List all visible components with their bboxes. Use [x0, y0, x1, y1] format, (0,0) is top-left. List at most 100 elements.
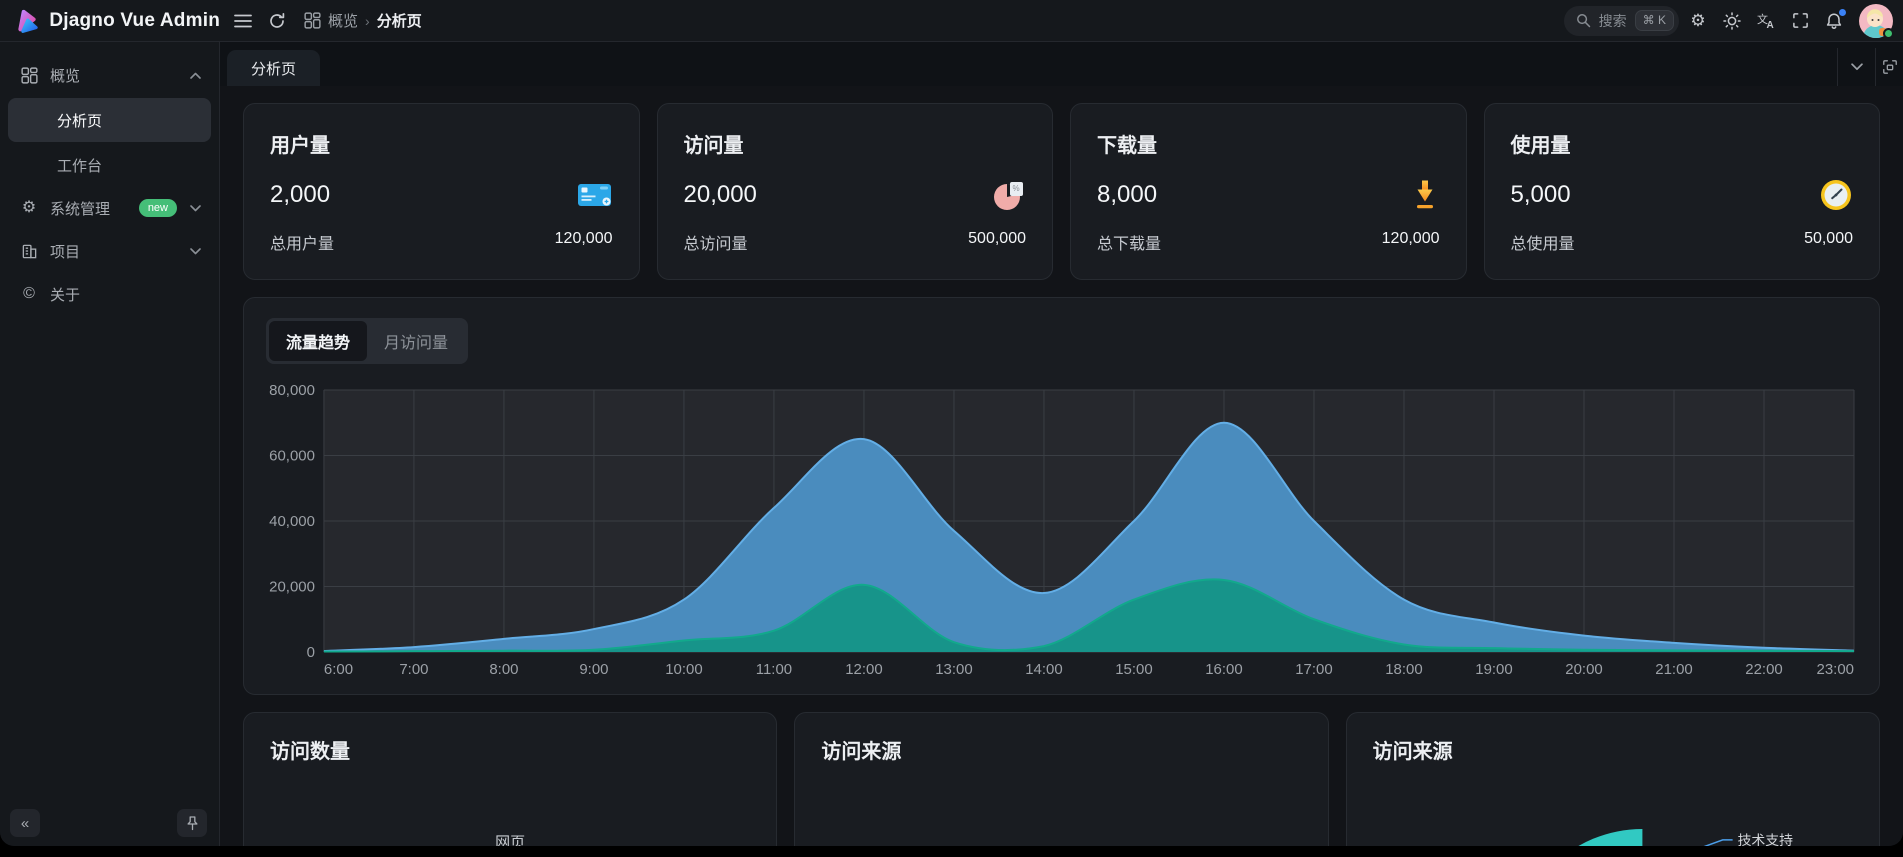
stat-title: 下载量 — [1097, 129, 1440, 158]
stat-footer-label: 总用户量 — [270, 230, 334, 254]
svg-text:6:00: 6:00 — [324, 661, 353, 678]
card-title: 访问来源 — [1373, 735, 1853, 764]
breadcrumb: 概览 › 分析页 — [304, 10, 422, 31]
grid-icon — [19, 67, 39, 84]
chevron-down-icon — [190, 248, 201, 255]
svg-text:16:00: 16:00 — [1205, 661, 1242, 678]
visit-source-pie-chart — [795, 713, 1327, 846]
app-logo-icon — [13, 6, 39, 36]
stat-card-downloads: 下载量 8,000 — [1070, 103, 1467, 280]
gear-icon: ⚙ — [19, 200, 39, 216]
pie-label-tech-support: 技术支持 — [1737, 832, 1793, 846]
tab-controls — [1837, 48, 1903, 86]
breadcrumb-item-current: 分析页 — [377, 10, 422, 31]
sidebar-item-label: 项目 — [50, 241, 179, 262]
sidebar-item-analysis[interactable]: 分析页 — [8, 98, 211, 142]
svg-text:%: % — [1013, 184, 1020, 193]
theme-toggle-button[interactable] — [1717, 6, 1747, 36]
svg-text:19:00: 19:00 — [1475, 661, 1512, 678]
sidebar-item-overview[interactable]: 概览 — [8, 55, 211, 95]
svg-text:15:00: 15:00 — [1115, 661, 1152, 678]
stat-footer-value: 120,000 — [555, 230, 613, 254]
app-title: Djagno Vue Admin — [49, 10, 220, 32]
tab-analysis[interactable]: 分析页 — [227, 50, 320, 86]
svg-text:40,000: 40,000 — [269, 513, 315, 530]
stats-row: 用户量 2,000 — [243, 103, 1880, 280]
app-header: Djagno Vue Admin — [0, 0, 1903, 42]
visit-source-pie-card-2: 访问来源 技术支持 — [1346, 712, 1880, 846]
chevron-down-icon — [1851, 63, 1863, 71]
tab-monthly-visits[interactable]: 月访问量 — [367, 321, 465, 361]
sidebar-item-about[interactable]: © 关于 — [8, 274, 211, 314]
pie-chart-icon: % — [992, 178, 1026, 212]
main-area: 分析页 — [220, 42, 1903, 846]
visit-source-pie-chart-2: 技术支持 — [1347, 713, 1879, 846]
language-button[interactable]: 文 A — [1751, 6, 1781, 36]
search-input[interactable]: 搜索 ⌘ K — [1564, 6, 1679, 36]
svg-text:A: A — [1766, 20, 1773, 30]
svg-text:14:00: 14:00 — [1025, 661, 1062, 678]
trend-tabs: 流量趋势 月访问量 — [266, 318, 468, 364]
card-title: 访问数量 — [270, 735, 750, 764]
svg-text:20:00: 20:00 — [1565, 661, 1602, 678]
header-main: 概览 › 分析页 搜索 ⌘ K ⚙ — [220, 0, 1903, 41]
fullscreen-button[interactable] — [1785, 6, 1815, 36]
sun-icon — [1723, 12, 1741, 30]
sidebar-item-system-management[interactable]: ⚙ 系统管理 new — [8, 188, 211, 228]
sidebar-collapse-button[interactable]: « — [10, 809, 40, 837]
sidebar-toggle-button[interactable] — [228, 6, 258, 36]
content-fullscreen-button[interactable] — [1875, 48, 1903, 86]
stat-value: 8,000 — [1097, 181, 1157, 209]
svg-text:80,000: 80,000 — [269, 382, 315, 399]
sidebar-item-projects[interactable]: 项目 — [8, 231, 211, 271]
sidebar-item-workbench[interactable]: 工作台 — [8, 145, 211, 185]
sidebar-pin-button[interactable] — [177, 809, 207, 837]
svg-text:7:00: 7:00 — [399, 661, 428, 678]
tab-traffic-trend[interactable]: 流量趋势 — [269, 321, 367, 361]
stat-value: 2,000 — [270, 181, 330, 209]
svg-text:60,000: 60,000 — [269, 447, 315, 464]
pin-icon — [186, 816, 199, 831]
traffic-trend-card: 流量趋势 月访问量 0 20,000 40,000 60,000 80,000 6:00 7… — [243, 297, 1880, 695]
sidebar-footer: « — [10, 809, 207, 837]
app-window: Djagno Vue Admin — [0, 0, 1903, 846]
grid-icon — [304, 12, 321, 29]
gear-icon: ⚙ — [1690, 12, 1705, 29]
fullscreen-icon — [1792, 12, 1809, 29]
svg-text:20,000: 20,000 — [269, 578, 315, 595]
stat-card-visits: 访问量 20,000 % 总访问量 500, — [657, 103, 1054, 280]
translate-icon: 文 A — [1757, 12, 1776, 30]
brand[interactable]: Djagno Vue Admin — [0, 0, 220, 41]
svg-text:11:00: 11:00 — [756, 661, 792, 678]
stat-footer-label: 总使用量 — [1511, 230, 1575, 254]
svg-text:13:00: 13:00 — [935, 661, 972, 678]
online-status-dot — [1883, 28, 1894, 39]
svg-text:0: 0 — [307, 644, 315, 661]
stat-card-usage: 使用量 5,000 总使用量 — [1484, 103, 1881, 280]
search-shortcut-kbd: ⌘ K — [1635, 10, 1674, 31]
svg-text:8:00: 8:00 — [489, 661, 518, 678]
svg-text:22:00: 22:00 — [1745, 661, 1782, 678]
sidebar-item-label: 关于 — [50, 284, 201, 305]
card-title: 访问来源 — [821, 735, 1301, 764]
user-avatar[interactable] — [1859, 4, 1893, 38]
refresh-button[interactable] — [262, 6, 292, 36]
breadcrumb-item-overview[interactable]: 概览 — [328, 10, 358, 31]
svg-text:9:00: 9:00 — [579, 661, 608, 678]
new-badge: new — [139, 199, 177, 217]
visit-count-pictorial-chart — [244, 713, 776, 846]
notifications-button[interactable] — [1819, 6, 1849, 36]
notification-dot — [1839, 9, 1846, 16]
visit-source-pie-card: 访问来源 — [794, 712, 1328, 846]
stat-footer-value: 120,000 — [1382, 230, 1440, 254]
svg-text:23:00: 23:00 — [1817, 661, 1854, 678]
hamburger-icon — [234, 14, 252, 28]
expand-icon — [1882, 59, 1898, 75]
sidebar-item-label: 分析页 — [57, 110, 201, 131]
stat-card-users: 用户量 2,000 — [243, 103, 640, 280]
breadcrumb-separator: › — [365, 13, 370, 29]
stat-footer-value: 50,000 — [1804, 230, 1853, 254]
stat-title: 访问量 — [684, 129, 1027, 158]
settings-button[interactable]: ⚙ — [1683, 6, 1713, 36]
tab-menu-button[interactable] — [1837, 48, 1875, 86]
